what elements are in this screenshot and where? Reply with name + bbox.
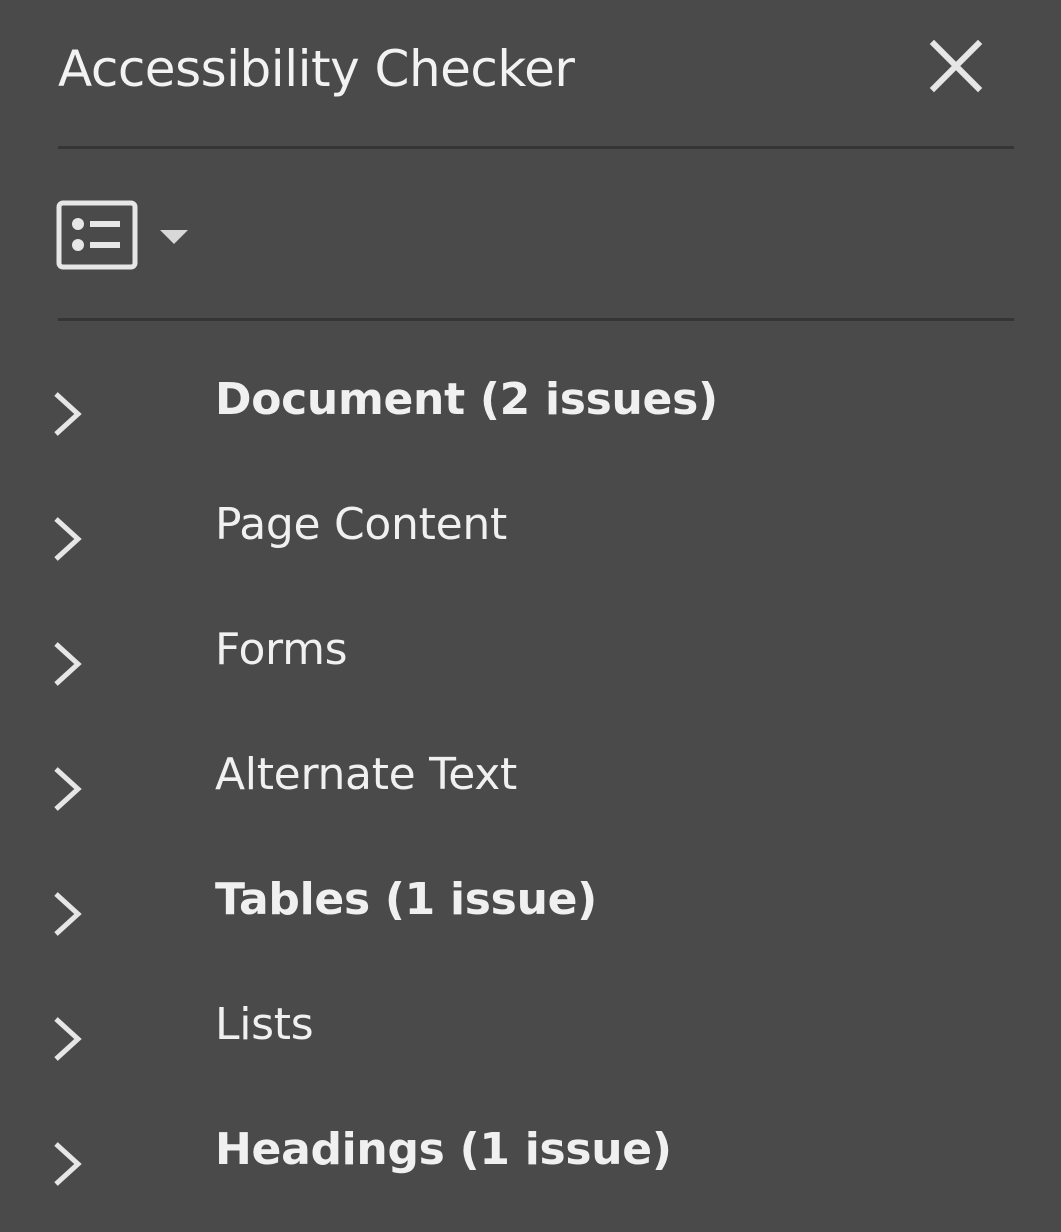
chevron-right-icon[interactable] <box>44 386 88 442</box>
tree-item-label: Tables (1 issue) <box>215 874 597 925</box>
tree-item-label: Alternate Text <box>215 749 517 800</box>
close-icon <box>929 39 983 93</box>
tree-item-label: Page Content <box>215 499 507 550</box>
issues-tree: Document (2 issues) Page Content Forms Alte… <box>0 338 1061 1213</box>
tree-item-label: Headings (1 issue) <box>215 1124 672 1175</box>
tree-item[interactable]: Page Content <box>0 463 1061 588</box>
panel-title: Accessibility Checker <box>58 40 575 98</box>
chevron-right-icon[interactable] <box>44 511 88 567</box>
list-view-icon <box>56 198 140 274</box>
chevron-right-icon[interactable] <box>44 1011 88 1067</box>
tree-item-label: Document (2 issues) <box>215 374 718 425</box>
tree-item[interactable]: Alternate Text <box>0 713 1061 838</box>
tree-item[interactable]: Document (2 issues) <box>0 338 1061 463</box>
toolbar-divider <box>58 318 1014 321</box>
tree-item[interactable]: Forms <box>0 588 1061 713</box>
header-divider <box>58 146 1014 149</box>
tree-item-label: Lists <box>215 999 314 1050</box>
tree-item[interactable]: Headings (1 issue) <box>0 1088 1061 1213</box>
chevron-right-icon[interactable] <box>44 886 88 942</box>
chevron-right-icon[interactable] <box>44 761 88 817</box>
close-button[interactable] <box>924 34 988 98</box>
view-options-button[interactable] <box>56 198 196 274</box>
caret-down-icon <box>156 218 192 254</box>
tree-item-label: Forms <box>215 624 348 675</box>
tree-item[interactable]: Tables (1 issue) <box>0 838 1061 963</box>
tree-item[interactable]: Lists <box>0 963 1061 1088</box>
accessibility-checker-panel: Accessibility Checker Document (2 issues… <box>0 0 1061 1232</box>
chevron-right-icon[interactable] <box>44 1136 88 1192</box>
chevron-right-icon[interactable] <box>44 636 88 692</box>
